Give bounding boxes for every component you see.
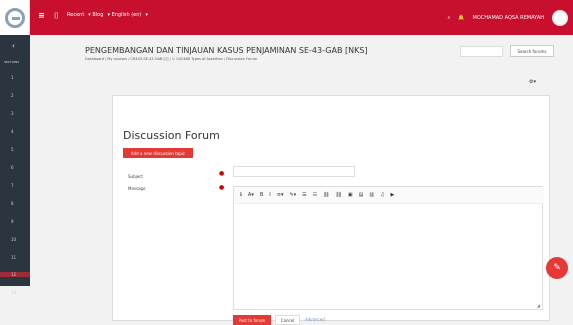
bell-icon[interactable]: 🔔 bbox=[458, 15, 464, 21]
brush-icon[interactable]: ✎▾ bbox=[289, 192, 296, 198]
resize-handle-icon[interactable]: ◢ bbox=[537, 303, 540, 308]
top-nav-links: Recent ▾ Blog ▾ English (en) ▾ bbox=[67, 12, 148, 18]
sidebar-item-13[interactable]: 13 bbox=[11, 290, 16, 295]
forum-card: Discussion Forum Add a new discussion to… bbox=[112, 95, 550, 325]
required-icon: ● bbox=[219, 170, 225, 177]
sidebar-title: SECTIONS bbox=[4, 60, 20, 64]
numbered-list-icon[interactable]: ☷ bbox=[313, 192, 317, 198]
bold-icon[interactable]: B bbox=[260, 192, 263, 198]
sidebar-item-10[interactable]: 10 bbox=[11, 237, 16, 242]
file-icon[interactable]: ▥ bbox=[369, 192, 374, 198]
forum-title: Discussion Forum bbox=[123, 129, 220, 142]
bullet-list-icon[interactable]: ☰ bbox=[302, 192, 306, 198]
top-nav-blog[interactable]: Blog bbox=[92, 12, 103, 18]
sidebar-item-11[interactable]: 11 bbox=[11, 255, 16, 260]
avatar[interactable] bbox=[552, 9, 568, 26]
logo-icon bbox=[4, 7, 25, 28]
unlink-icon[interactable]: ⛓ bbox=[336, 192, 342, 198]
editor-toolbar: ℹ A▾ B I ≡▾ ✎▾ ☰ ☷ ⛓ ⛓ ▣ ▤ ▥ ♫ ▶ bbox=[234, 187, 544, 204]
sidebar-item-3[interactable]: 3 bbox=[11, 111, 14, 116]
cancel-button[interactable]: Cancel bbox=[275, 315, 300, 325]
advanced-link[interactable]: Advanced bbox=[305, 317, 325, 322]
required-icon: ● bbox=[219, 184, 225, 191]
edit-icon[interactable]: ✎ bbox=[546, 257, 568, 279]
site-logo[interactable] bbox=[0, 0, 30, 35]
message-editor[interactable]: ℹ A▾ B I ≡▾ ✎▾ ☰ ☷ ⛓ ⛓ ▣ ▤ ▥ ♫ ▶ ◢ bbox=[233, 186, 544, 310]
top-nav-language[interactable]: English (en) bbox=[112, 12, 142, 18]
message-label: Message bbox=[128, 186, 146, 191]
font-size-icon[interactable]: A▾ bbox=[248, 192, 254, 198]
sidebar-item-1[interactable]: 1 bbox=[11, 75, 14, 80]
sidebar-item-2[interactable]: 2 bbox=[11, 93, 14, 98]
user-name[interactable]: MOCHAMAD AQSA REMAYAH bbox=[473, 15, 544, 21]
subject-label: Subject bbox=[128, 174, 143, 179]
list-icon[interactable]: ≡▾ bbox=[277, 192, 284, 198]
sidebar-item-6[interactable]: 6 bbox=[11, 165, 14, 170]
hamburger-icon[interactable]: ≡ bbox=[38, 11, 45, 20]
audio-icon[interactable]: ♫ bbox=[380, 192, 384, 198]
top-nav-recent[interactable]: Recent bbox=[67, 12, 84, 18]
course-sidebar: ‹ SECTIONS 1 2 3 4 5 6 7 8 9 10 11 12 13 bbox=[0, 35, 30, 295]
sidebar-item-9[interactable]: 9 bbox=[11, 219, 14, 224]
top-navbar: ≡ ⌷ Recent ▾ Blog ▾ English (en) ▾ ⌕ 🔔 MOCH… bbox=[0, 0, 573, 35]
search-forums-button[interactable]: Search forums bbox=[510, 45, 554, 57]
sidebar-item-4[interactable]: 4 bbox=[11, 129, 14, 134]
add-discussion-button[interactable]: Add a new discussion topic bbox=[123, 148, 193, 158]
subject-input[interactable] bbox=[233, 166, 355, 177]
link-icon[interactable]: ⛓ bbox=[323, 192, 329, 198]
main-content: PENGEMBANGAN DAN TINJAUAN KASUS PENJAMIN… bbox=[30, 35, 573, 325]
page-title: PENGEMBANGAN DAN TINJAUAN KASUS PENJAMIN… bbox=[85, 46, 368, 55]
user-area: ⌕ 🔔 MOCHAMAD AQSA REMAYAH bbox=[447, 0, 573, 35]
search-input[interactable] bbox=[460, 46, 503, 57]
italic-icon[interactable]: I bbox=[269, 192, 270, 198]
sidebar-item-5[interactable]: 5 bbox=[11, 147, 14, 152]
breadcrumb[interactable]: Dashboard / My courses / CR443-SE-43-GAB… bbox=[85, 57, 257, 61]
image-icon[interactable]: ▣ bbox=[348, 192, 353, 198]
post-button[interactable]: Post to forum bbox=[233, 315, 271, 325]
video-icon[interactable]: ▶ bbox=[391, 192, 395, 198]
sidebar-item-7[interactable]: 7 bbox=[11, 183, 14, 188]
info-icon[interactable]: ℹ bbox=[240, 192, 242, 198]
gear-icon[interactable]: ⚙▾ bbox=[529, 79, 536, 85]
search-icon[interactable]: ⌕ bbox=[447, 15, 450, 21]
media-icon[interactable]: ▤ bbox=[359, 192, 364, 198]
drawer-icon[interactable]: ⌷ bbox=[54, 11, 59, 21]
sidebar-back-icon[interactable]: ‹ bbox=[12, 42, 15, 50]
sidebar-item-12[interactable]: 12 bbox=[0, 272, 30, 277]
sidebar-item-8[interactable]: 8 bbox=[11, 201, 14, 206]
